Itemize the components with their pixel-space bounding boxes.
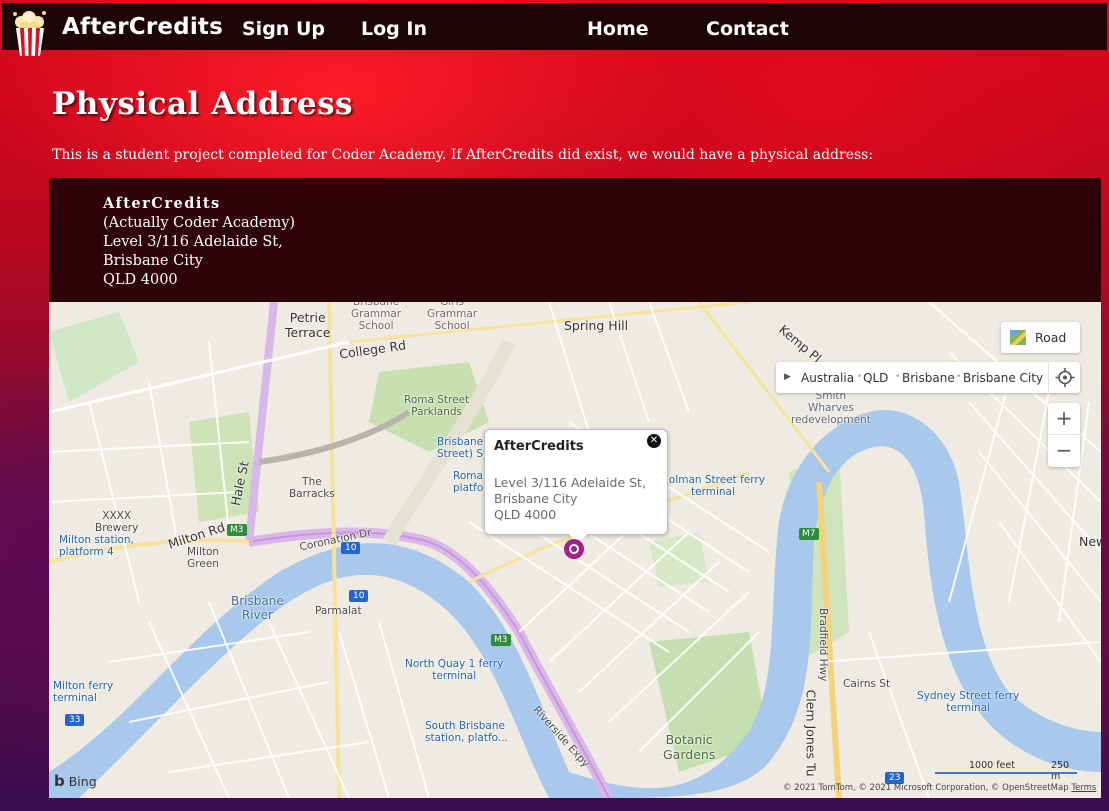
- locate-me-button[interactable]: [1048, 362, 1080, 393]
- scale-feet-label: 1000 feet: [969, 760, 1015, 771]
- map-label-south-brisbane-station: South Brisbane station, platfo...: [425, 720, 508, 744]
- popup-close-icon[interactable]: ✕: [647, 434, 661, 448]
- map-label-roma-street: Roma Street Parklands: [404, 394, 470, 418]
- route-shield-m3: M3: [491, 634, 511, 646]
- breadcrumb-brisbane[interactable]: Brisbane: [902, 371, 955, 385]
- brand-name[interactable]: AfterCredits: [62, 14, 223, 40]
- map-label-botanic-gardens: Botanic Gardens: [663, 732, 716, 762]
- scale-bar-line: [935, 772, 1077, 774]
- nav-contact-link[interactable]: Contact: [706, 18, 789, 40]
- zoom-in-button[interactable]: +: [1048, 403, 1080, 435]
- map-label-brisbane-grammar: Brisbane Grammar School: [351, 302, 402, 332]
- route-shield-33: 33: [65, 714, 85, 726]
- map-info-popup: AfterCredits ✕ Level 3/116 Adelaide St, …: [484, 429, 668, 544]
- map-label-milton-ferry: Milton ferry terminal: [53, 680, 114, 704]
- map-label-bradfield-hwy: Bradfield Hwy: [817, 608, 829, 682]
- route-shield-10: 10: [349, 590, 369, 602]
- popup-address-line: Brisbane City: [494, 491, 578, 506]
- map-label-cairns-st: Cairns St: [843, 678, 891, 690]
- address-line: Brisbane City: [103, 253, 203, 269]
- page-title: Physical Address: [52, 86, 353, 122]
- address-line: (Actually Coder Academy): [103, 215, 296, 231]
- copyright-text: © 2021 TomTom, © 2021 Microsoft Corporat…: [783, 783, 1069, 793]
- popup-address-line: QLD 4000: [494, 507, 557, 522]
- popup-address-line: Level 3/116 Adelaide St,: [494, 475, 646, 490]
- map-label-brisbane-street-station: Brisbane Street) St: [437, 436, 488, 460]
- bing-logo[interactable]: b Bing: [54, 772, 97, 790]
- map-scale-bar: 1000 feet 250 m: [935, 760, 1077, 782]
- route-shield-10: 10: [341, 542, 361, 554]
- nav-home-link[interactable]: Home: [587, 18, 649, 40]
- map-style-label: Road: [1035, 330, 1067, 345]
- breadcrumb-separator: •: [956, 372, 962, 382]
- map-label-the-barracks: The Barracks: [289, 476, 335, 500]
- address-line: QLD 4000: [103, 272, 178, 288]
- breadcrumb-separator: •: [857, 372, 863, 382]
- address-company-name: AfterCredits: [103, 195, 221, 212]
- map-label-brisbane-river: Brisbane River: [231, 594, 284, 622]
- map-label-north-quay-ferry: North Quay 1 ferry terminal: [405, 658, 504, 682]
- address-line: Level 3/116 Adelaide St,: [103, 234, 283, 250]
- map-breadcrumb: ▶ Australia • QLD • Brisbane • Brisbane …: [776, 362, 1080, 393]
- map-style-road-button[interactable]: Road: [1001, 322, 1080, 353]
- map-label-clem-jones-tunnel: Clem Jones Tu: [803, 689, 819, 777]
- map-copyright: © 2021 TomTom, © 2021 Microsoft Corporat…: [783, 783, 1096, 793]
- location-pin-icon[interactable]: [563, 538, 585, 560]
- map-label-girls-grammar: Girls Grammar School: [427, 302, 478, 332]
- bing-map[interactable]: Petrie Terrace Spring Hill Brisbane Gram…: [49, 302, 1101, 798]
- map-label-holman-street-ferry: Holman Street ferry terminal: [661, 474, 765, 498]
- road-map-icon: [1010, 330, 1026, 345]
- bing-brand-text: Bing: [68, 774, 97, 789]
- address-card: AfterCredits (Actually Coder Academy) Le…: [49, 178, 1101, 302]
- map-label-xxxx-brewery: XXXX Brewery: [95, 510, 139, 534]
- zoom-controls: + −: [1048, 403, 1080, 467]
- breadcrumb-brisbane-city[interactable]: Brisbane City: [963, 371, 1043, 385]
- zoom-out-button[interactable]: −: [1048, 435, 1080, 467]
- scale-meters-label: 250 m: [1051, 760, 1070, 782]
- bing-b-icon: b: [54, 772, 65, 790]
- nav-sign-up-link[interactable]: Sign Up: [242, 18, 325, 40]
- popcorn-logo-icon[interactable]: [7, 8, 53, 58]
- breadcrumb-separator: •: [895, 372, 901, 382]
- top-navbar: AfterCredits Sign Up Log In Home Contact: [2, 3, 1107, 56]
- map-label-petrie-terrace: Petrie Terrace: [285, 310, 331, 340]
- map-label-roma-platform: Roma platfo: [453, 470, 484, 494]
- intro-text: This is a student project completed for …: [52, 147, 874, 163]
- crosshair-icon: [1055, 368, 1075, 387]
- map-label-parmalat: Parmalat: [315, 605, 362, 617]
- map-label-spring-hill: Spring Hill: [564, 318, 629, 333]
- map-label-smith-wharves: Smith Wharves redevelopment: [791, 390, 871, 426]
- map-label-sydney-street-ferry: Sydney Street ferry terminal: [917, 690, 1020, 714]
- nav-log-in-link[interactable]: Log In: [361, 18, 427, 40]
- popup-title: AfterCredits: [494, 439, 584, 454]
- route-shield-m3: M3: [227, 524, 247, 536]
- route-shield-m7: M7: [799, 528, 819, 540]
- map-label-milton-green: Milton Green: [187, 546, 220, 570]
- breadcrumb-australia[interactable]: Australia: [801, 371, 854, 385]
- breadcrumb-qld[interactable]: QLD: [863, 371, 888, 385]
- terms-link[interactable]: Terms: [1071, 783, 1096, 793]
- breadcrumb-expand-icon[interactable]: ▶: [784, 372, 791, 382]
- map-label-new-farm: New: [1079, 534, 1101, 549]
- map-label-milton-station: Milton station, platform 4: [59, 534, 134, 558]
